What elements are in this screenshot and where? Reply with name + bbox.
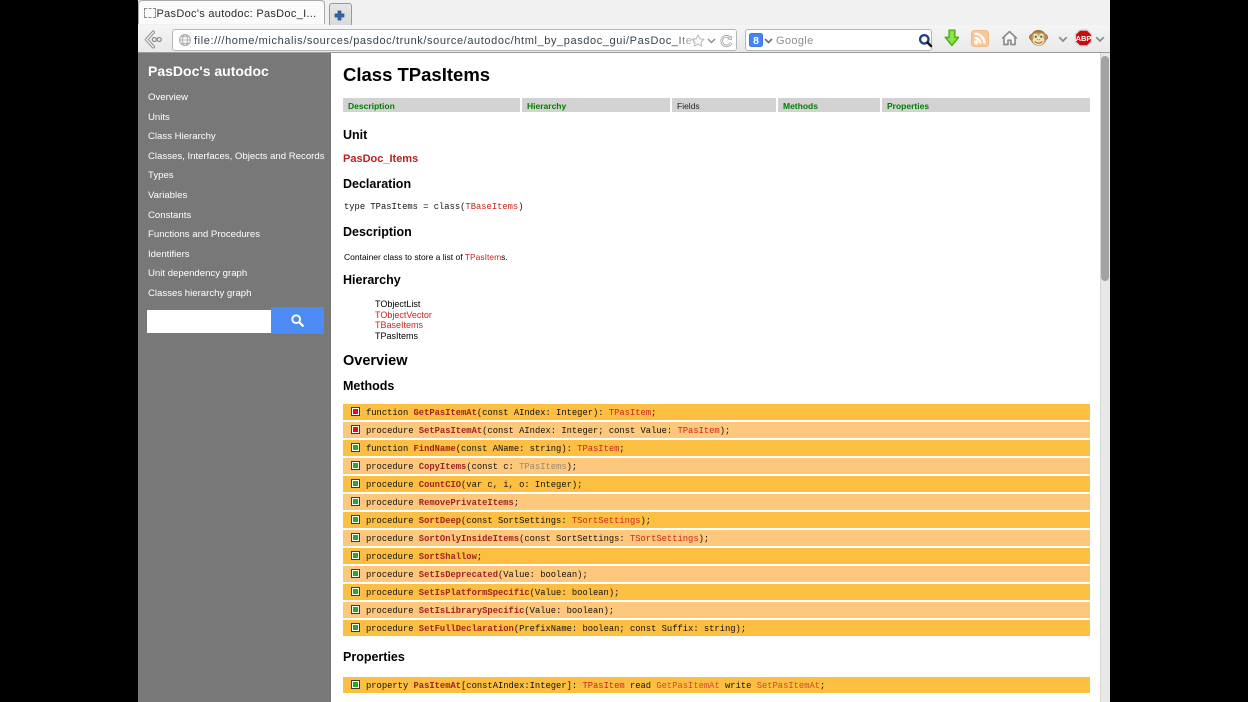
svg-text:8: 8 [753, 35, 759, 47]
svg-text:ABP: ABP [1076, 34, 1092, 43]
